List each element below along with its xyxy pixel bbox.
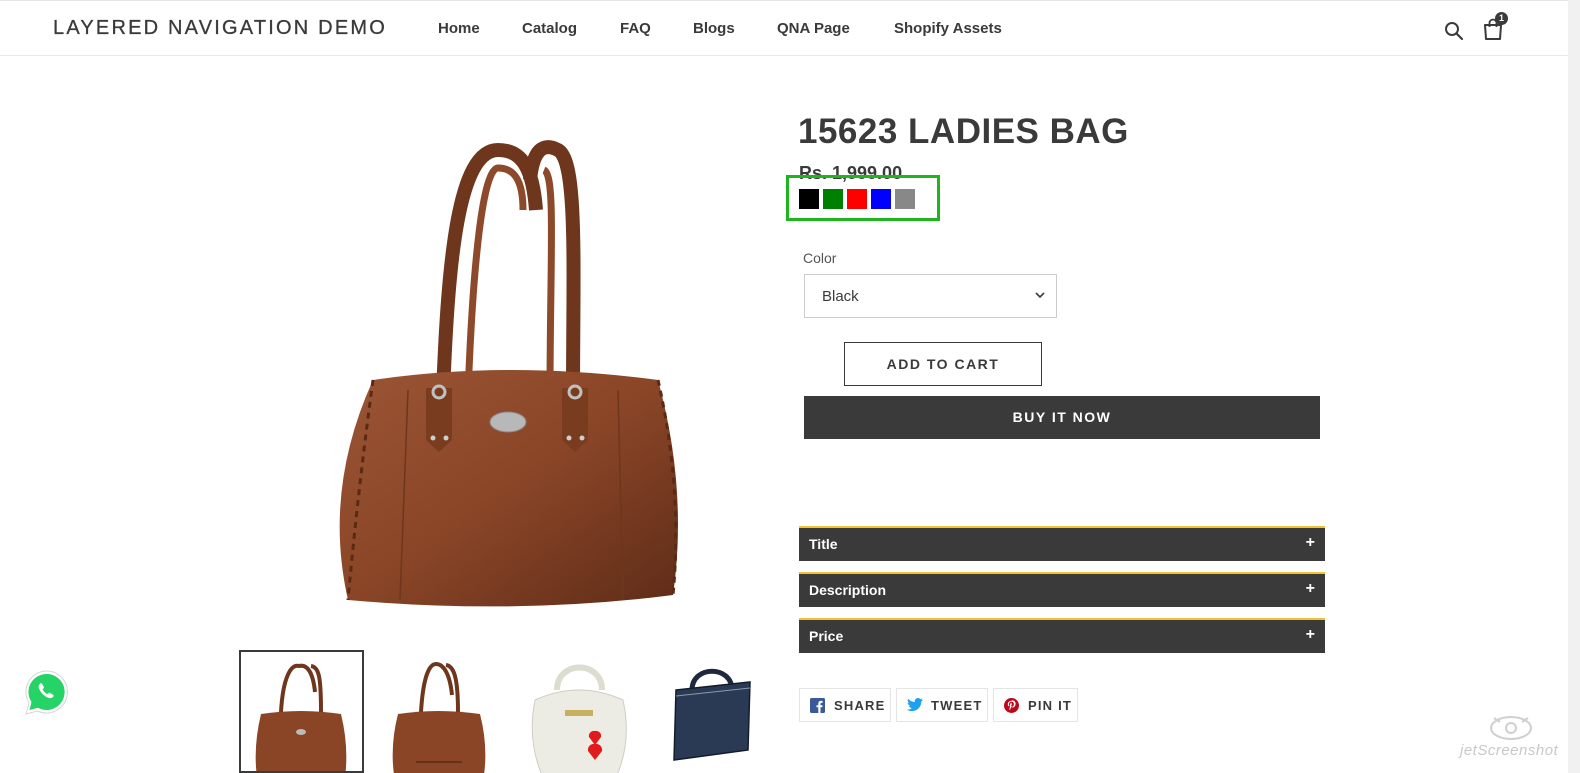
thumbnail-white-bag: [531, 664, 627, 773]
whatsapp-icon[interactable]: [22, 668, 72, 718]
accordion-description-label: Description: [809, 582, 887, 598]
product-title: 15623 LADIES BAG: [798, 112, 1129, 151]
chevron-down-icon: [1035, 292, 1045, 299]
page-scrollbar[interactable]: [1568, 0, 1580, 773]
twitter-icon: [907, 698, 923, 712]
thumbnail-2[interactable]: [376, 650, 501, 773]
color-label: Color: [803, 250, 837, 266]
swatch-red[interactable]: [847, 189, 867, 209]
accordion-title-label: Title: [809, 536, 838, 552]
share-facebook-button[interactable]: SHARE: [799, 688, 891, 722]
facebook-icon: [810, 698, 825, 713]
product-main-image[interactable]: [318, 140, 704, 620]
share-twitter-button[interactable]: TWEET: [896, 688, 988, 722]
site-header: LAYERED NAVIGATION DEMO Home Catalog FAQ…: [0, 0, 1568, 56]
swatch-blue[interactable]: [871, 189, 891, 209]
accordion-price[interactable]: Price +: [799, 618, 1325, 653]
accordion-price-label: Price: [809, 628, 844, 644]
nav-shopify-assets[interactable]: Shopify Assets: [894, 20, 1002, 37]
accordion-description[interactable]: Description +: [799, 572, 1325, 607]
thumbnail-brown-bag-back: [392, 661, 486, 773]
thumbnail-3[interactable]: [517, 650, 642, 773]
thumbnail-4[interactable]: [650, 650, 775, 773]
swatch-green[interactable]: [823, 189, 843, 209]
share-pinterest-button[interactable]: PIN IT: [993, 688, 1078, 722]
watermark-text: jetScreenshot: [1460, 742, 1559, 759]
pinterest-icon: [1004, 698, 1019, 713]
nav-faq[interactable]: FAQ: [620, 20, 651, 37]
add-to-cart-button[interactable]: ADD TO CART: [844, 342, 1042, 386]
color-select-value: Black: [822, 288, 859, 305]
share-pinterest-label: PIN IT: [1028, 698, 1073, 713]
thumbnail-1[interactable]: [239, 650, 364, 773]
thumbnail-brown-bag-front: [255, 663, 347, 771]
search-icon[interactable]: [1444, 21, 1464, 41]
buy-it-now-button[interactable]: BUY IT NOW: [804, 396, 1320, 439]
cart-count-badge: 1: [1495, 12, 1508, 25]
watermark-logo-icon: [1490, 716, 1532, 740]
color-select[interactable]: Black: [804, 274, 1057, 318]
nav-home[interactable]: Home: [438, 20, 480, 37]
nav-catalog[interactable]: Catalog: [522, 20, 577, 37]
share-twitter-label: TWEET: [931, 698, 983, 713]
thumbnail-navy-laptop-bag: [673, 668, 751, 761]
swatch-black[interactable]: [799, 189, 819, 209]
swatch-gray[interactable]: [895, 189, 915, 209]
accordion-title[interactable]: Title +: [799, 526, 1325, 561]
nav-qna-page[interactable]: QNA Page: [777, 20, 850, 37]
share-facebook-label: SHARE: [834, 698, 886, 713]
store-logo[interactable]: LAYERED NAVIGATION DEMO: [53, 17, 387, 40]
expand-icon: +: [1305, 534, 1315, 551]
expand-icon: +: [1305, 626, 1315, 643]
expand-icon: +: [1305, 580, 1315, 597]
watermark: jetScreenshot: [1458, 712, 1566, 770]
nav-blogs[interactable]: Blogs: [693, 20, 735, 37]
